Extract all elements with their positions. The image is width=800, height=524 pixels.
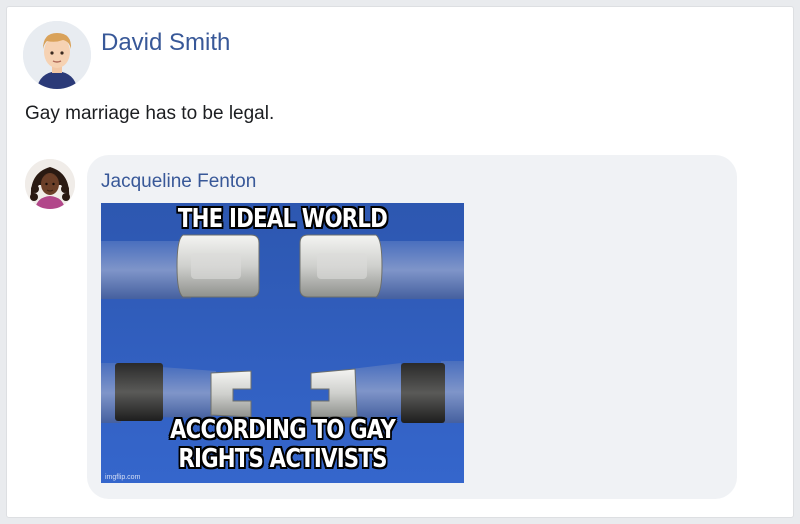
meme-image[interactable]: THE IDEAL WORLD ACCORDING TO GAY RIGHTS … [101,203,464,483]
comment-author-name[interactable]: Jacqueline Fenton [101,171,256,193]
post-author-name[interactable]: David Smith [101,29,230,57]
post-text: Gay marriage has to be legal. [25,103,275,124]
male-avatar-icon [23,21,91,89]
meme-watermark: imgflip.com [105,474,141,481]
meme-bottom-text: ACCORDING TO GAY RIGHTS ACTIVISTS [134,416,432,474]
female-avatar-icon [25,159,75,209]
post-card: David Smith Gay marriage has to be legal… [6,6,794,518]
meme-top-text: THE IDEAL WORLD [177,204,388,234]
meme-bottom-text-line2: RIGHTS ACTIVISTS [178,444,387,474]
post-author-avatar[interactable] [23,21,91,89]
comment-author-avatar[interactable] [25,159,75,209]
comment-bubble: Jacqueline Fenton THE IDEAL WORLD ACCORD… [87,155,737,499]
meme-bottom-text-line1: ACCORDING TO GAY [169,415,396,445]
